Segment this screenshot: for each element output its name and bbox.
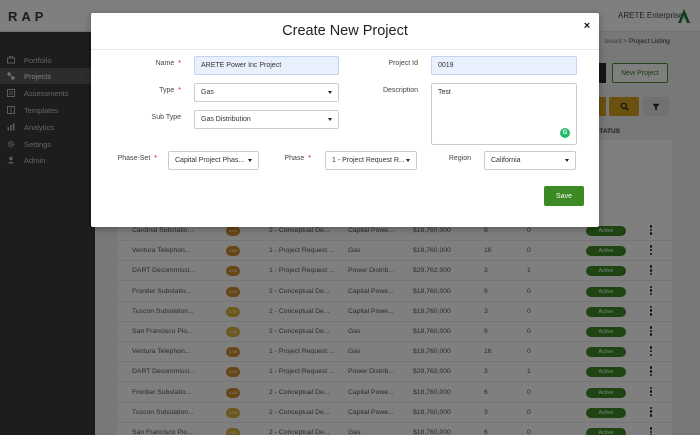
project-id-input[interactable]: 0019 xyxy=(431,56,577,75)
region-select[interactable]: California xyxy=(484,151,576,170)
chevron-down-icon xyxy=(328,91,332,94)
save-button[interactable]: Save xyxy=(544,186,584,206)
name-input[interactable]: ARETE Power Inc Project xyxy=(194,56,339,75)
project-id-label: Project Id xyxy=(388,60,418,67)
name-label: Name * xyxy=(155,60,181,67)
type-label: Type * xyxy=(159,87,181,94)
type-select[interactable]: Gas xyxy=(194,83,339,102)
create-project-modal: Create New Project × Name * ARETE Power I… xyxy=(91,13,599,227)
description-textarea[interactable]: Test G xyxy=(431,83,577,145)
close-button[interactable]: × xyxy=(582,20,592,32)
chevron-down-icon xyxy=(328,118,332,121)
phase-set-select[interactable]: Capital Project Phas... xyxy=(168,151,259,170)
grammarly-icon[interactable]: G xyxy=(560,128,570,138)
modal-divider xyxy=(91,49,599,50)
phase-set-label: Phase-Set * xyxy=(117,155,157,162)
phase-select[interactable]: 1 - Project Request R... xyxy=(325,151,417,170)
sub-type-select[interactable]: Gas Distribution xyxy=(194,110,339,129)
chevron-down-icon xyxy=(248,159,252,162)
chevron-down-icon xyxy=(406,159,410,162)
phase-label: Phase * xyxy=(284,155,311,162)
sub-type-label: Sub Type xyxy=(151,114,181,121)
chevron-down-icon xyxy=(565,159,569,162)
description-label: Description xyxy=(382,87,418,94)
region-label: Region xyxy=(448,155,471,162)
modal-title: Create New Project xyxy=(282,23,408,39)
